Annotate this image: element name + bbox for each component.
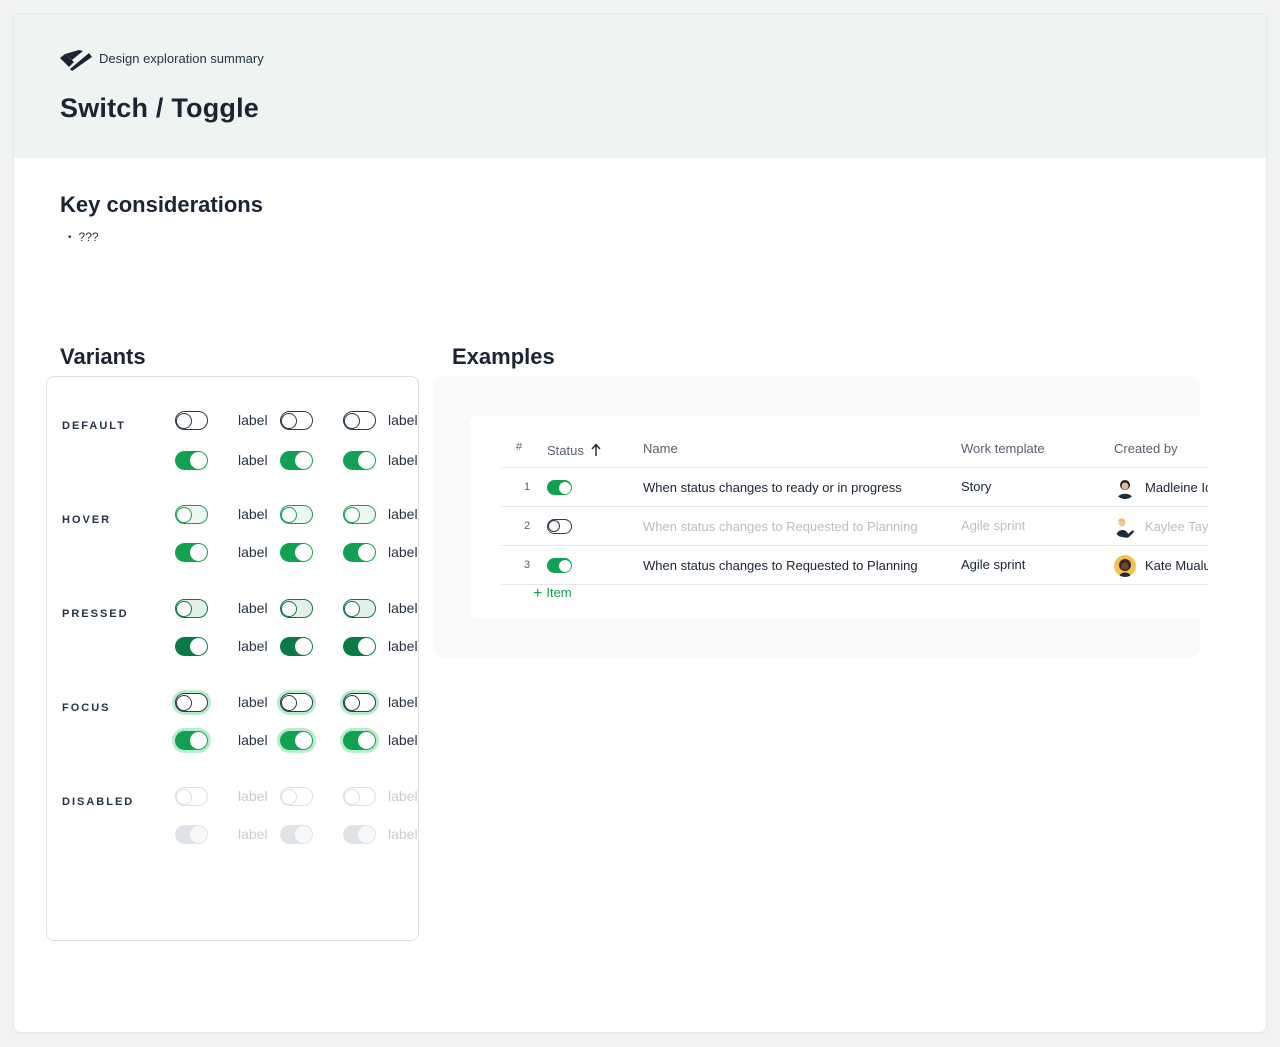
row-divider — [501, 584, 1208, 585]
toggle-label: label — [388, 732, 418, 748]
hover-toggle-on[interactable] — [343, 543, 376, 562]
toggle-label: label — [238, 506, 268, 522]
focus-toggle-off[interactable] — [280, 693, 313, 712]
hover-toggle-off[interactable] — [175, 505, 208, 524]
column-header-name[interactable]: Name — [643, 441, 678, 456]
focus-toggle-on[interactable] — [343, 731, 376, 750]
examples-table: # Status Name Work template Created by 1… — [487, 416, 1208, 588]
toggle-label: label — [238, 732, 268, 748]
hover-toggle-off[interactable] — [280, 505, 313, 524]
row-name: When status changes to ready or in progr… — [643, 480, 902, 495]
disabled-toggle-off — [343, 787, 376, 806]
state-label-default: DEFAULT — [62, 420, 126, 432]
hover-toggle-off[interactable] — [343, 505, 376, 524]
row-creator: Kate Mualuko — [1145, 558, 1208, 573]
disabled-toggle-off — [175, 787, 208, 806]
default-toggle-on[interactable] — [343, 451, 376, 470]
disabled-toggle-on — [280, 825, 313, 844]
hover-toggle-on[interactable] — [175, 543, 208, 562]
examples-title: Examples — [452, 344, 555, 369]
toggle-label: label — [238, 694, 268, 710]
row-number: 1 — [524, 481, 531, 493]
pressed-toggle-on[interactable] — [280, 637, 313, 656]
state-label-focus: FOCUS — [62, 702, 111, 714]
pressed-toggle-off[interactable] — [280, 599, 313, 618]
row-number: 2 — [524, 520, 531, 532]
row-template: Story — [961, 479, 992, 494]
column-header-work-template[interactable]: Work template — [961, 441, 1045, 456]
bullet-item: ??? — [68, 230, 99, 244]
toggle-label: label — [388, 452, 418, 468]
toggle-label: label — [388, 412, 418, 428]
toggle-label: label — [238, 826, 268, 842]
column-header-status[interactable]: Status — [547, 441, 602, 458]
toggle-label: label — [238, 452, 268, 468]
avatar — [1114, 555, 1136, 577]
row-divider — [501, 506, 1208, 507]
toggle-label: label — [238, 788, 268, 804]
eyebrow-text: Design exploration summary — [99, 51, 264, 66]
default-toggle-off[interactable] — [343, 411, 376, 430]
key-considerations-list: ??? — [68, 230, 99, 244]
default-toggle-off[interactable] — [280, 411, 313, 430]
hover-toggle-on[interactable] — [280, 543, 313, 562]
toggle-label: label — [388, 506, 418, 522]
row-number: 3 — [524, 559, 531, 571]
status-toggle[interactable] — [547, 519, 572, 534]
key-considerations-title: Key considerations — [60, 192, 263, 217]
disabled-toggle-on — [343, 825, 376, 844]
focus-toggle-on[interactable] — [175, 731, 208, 750]
pressed-toggle-on[interactable] — [175, 637, 208, 656]
status-toggle[interactable] — [547, 558, 572, 573]
toggle-label: label — [388, 544, 418, 560]
default-toggle-on[interactable] — [280, 451, 313, 470]
arrow-up-icon — [591, 443, 602, 456]
toggle-label: label — [238, 412, 268, 428]
logo-icon — [60, 50, 92, 71]
row-template: Agile sprint — [961, 518, 1026, 533]
disabled-toggle-on — [175, 825, 208, 844]
default-toggle-on[interactable] — [175, 451, 208, 470]
toggle-label: label — [238, 544, 268, 560]
state-label-hover: HOVER — [62, 514, 112, 526]
header-divider — [501, 467, 1208, 468]
page-title: Switch / Toggle — [60, 93, 260, 123]
state-label-disabled: DISABLED — [62, 796, 135, 808]
focus-toggle-off[interactable] — [343, 693, 376, 712]
disabled-toggle-off — [280, 787, 313, 806]
avatar — [1114, 477, 1136, 499]
state-label-pressed: PRESSED — [62, 608, 129, 620]
row-name: When status changes to Requested to Plan… — [643, 558, 918, 573]
toggle-label: label — [388, 600, 418, 616]
status-toggle[interactable] — [547, 480, 572, 495]
toggle-label: label — [388, 638, 418, 654]
row-creator: Madleine Ickes — [1145, 480, 1208, 495]
toggle-label: label — [388, 826, 418, 842]
column-header-status-label: Status — [547, 443, 584, 458]
row-divider — [501, 545, 1208, 546]
add-item-button[interactable]: + Item — [533, 584, 572, 602]
row-template: Agile sprint — [961, 557, 1026, 572]
pressed-toggle-on[interactable] — [343, 637, 376, 656]
pressed-toggle-off[interactable] — [343, 599, 376, 618]
variants-title: Variants — [60, 344, 146, 369]
plus-icon: + — [533, 585, 543, 602]
pressed-toggle-off[interactable] — [175, 599, 208, 618]
focus-toggle-on[interactable] — [280, 731, 313, 750]
default-toggle-off[interactable] — [175, 411, 208, 430]
avatar — [1114, 516, 1136, 538]
column-header-created-by[interactable]: Created by — [1114, 441, 1178, 456]
toggle-label: label — [238, 638, 268, 654]
row-creator: Kaylee Taylor — [1145, 519, 1208, 534]
row-name: When status changes to Requested to Plan… — [643, 519, 918, 534]
page-header: Design exploration summary Switch / Togg… — [14, 14, 1266, 158]
toggle-label: label — [238, 600, 268, 616]
toggle-label: label — [388, 788, 418, 804]
column-header-number: # — [516, 441, 523, 453]
toggle-label: label — [388, 694, 418, 710]
add-item-label: Item — [546, 585, 572, 600]
focus-toggle-off[interactable] — [175, 693, 208, 712]
